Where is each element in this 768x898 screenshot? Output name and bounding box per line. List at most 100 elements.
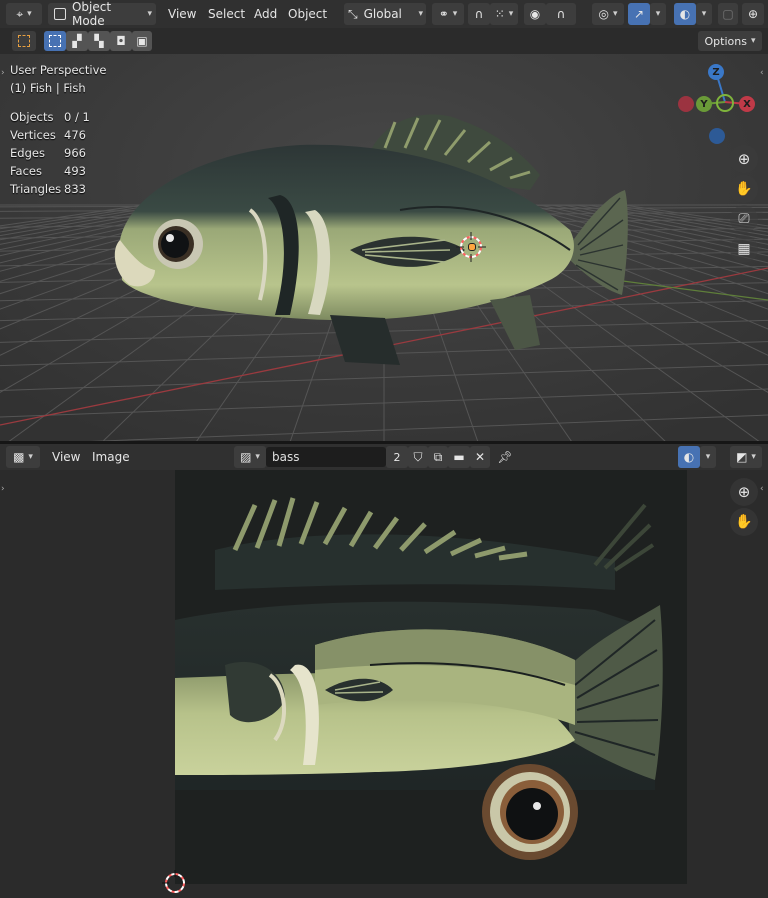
- link-icon: ⚭: [438, 7, 449, 21]
- select-mode-intersect[interactable]: ▣: [132, 31, 152, 51]
- sidebar-expand-arrow-icon[interactable]: ‹: [760, 484, 764, 494]
- select-subtract-icon: ▚: [94, 34, 104, 48]
- 2d-cursor-icon[interactable]: [162, 870, 188, 896]
- hand-pan-icon: ✋: [735, 181, 753, 197]
- object-mode-dropdown[interactable]: Object Mode ▾: [48, 0, 156, 28]
- grid-perspective-icon: ▦: [737, 241, 751, 257]
- camera-view-button[interactable]: ⎚: [730, 205, 758, 233]
- chevron-down-icon: ▾: [655, 9, 661, 19]
- perspective-toggle-button[interactable]: ▦: [730, 235, 758, 263]
- gizmo-x-axis[interactable]: X: [739, 96, 755, 112]
- zoom-button[interactable]: ⊕: [730, 478, 758, 506]
- magnet-icon: ∩: [474, 7, 484, 21]
- menu-view[interactable]: View: [168, 0, 196, 28]
- chevron-down-icon: ▾: [705, 452, 711, 462]
- texture-image[interactable]: [175, 470, 687, 884]
- menu-add[interactable]: Add: [254, 0, 277, 28]
- snap-toggle-button[interactable]: ∩: [468, 3, 490, 25]
- editor-type-button[interactable]: ⌖ ▾: [6, 3, 42, 25]
- folder-icon: ▬: [453, 450, 465, 464]
- toolbar-expand-arrow-icon[interactable]: ›: [1, 484, 5, 494]
- pin-icon: 📌︎: [497, 450, 513, 464]
- viewport-header: ⌖ ▾ Object Mode ▾ View Select Add Object …: [0, 0, 768, 28]
- gizmo-z-axis[interactable]: Z: [708, 64, 724, 80]
- object-origin: [468, 243, 476, 251]
- open-image-button[interactable]: ▬: [448, 446, 470, 468]
- stat-label-objects: Objects: [10, 110, 54, 124]
- stat-label-vertices: Vertices: [10, 128, 56, 142]
- snap-target-button[interactable]: ⁙ ▾: [490, 3, 518, 25]
- image-users-count[interactable]: 2: [386, 446, 408, 468]
- editor-type-button[interactable]: ▩ ▾: [6, 446, 40, 468]
- pin-button[interactable]: 📌︎: [494, 446, 516, 468]
- pivot-point-button[interactable]: ⚭ ▾: [432, 3, 464, 25]
- fish-model[interactable]: [100, 100, 640, 370]
- select-mode-set[interactable]: [44, 31, 66, 51]
- select-tool-button[interactable]: [12, 31, 36, 51]
- gizmo-options-button[interactable]: ▾: [650, 3, 666, 25]
- stat-value-faces: 493: [64, 164, 86, 178]
- hand-pan-icon: ✋: [735, 514, 753, 530]
- proportional-edit-button[interactable]: ◉: [524, 3, 546, 25]
- select-set-icon: [49, 35, 61, 47]
- display-channels-button[interactable]: ◩ ▾: [730, 446, 762, 468]
- new-image-button[interactable]: ⧉: [428, 446, 448, 468]
- image-editor[interactable]: ▩ ▾ View Image ▨ ▾ bass 2 ⛉ ⧉ ▬ ✕ 📌︎ ◐ ▾ ◩…: [0, 444, 768, 898]
- channels-icon: ◩: [736, 450, 748, 464]
- orientation-icon: ⤡: [348, 6, 358, 21]
- eye-icon: ◎: [598, 7, 609, 21]
- select-mode-subtract[interactable]: ▚: [88, 31, 110, 51]
- menu-image[interactable]: Image: [92, 444, 130, 470]
- zoom-icon: ⊕: [737, 150, 751, 168]
- overlay-toggle-button[interactable]: ◐: [678, 446, 700, 468]
- xray-button[interactable]: ▢: [718, 3, 738, 25]
- select-extend-icon: ▞: [72, 34, 82, 48]
- sidebar-expand-arrow-icon[interactable]: ‹: [760, 68, 764, 78]
- menu-view[interactable]: View: [52, 444, 80, 470]
- stat-label-edges: Edges: [10, 146, 45, 160]
- chevron-down-icon: ▾: [452, 9, 458, 19]
- menu-object[interactable]: Object: [288, 0, 327, 28]
- select-mode-difference[interactable]: ◘: [110, 31, 132, 51]
- gizmo-toggle-button[interactable]: ↗: [628, 3, 650, 25]
- options-dropdown[interactable]: Options ▾: [698, 31, 762, 51]
- chevron-down-icon: ▾: [147, 9, 152, 19]
- falloff-button[interactable]: ∩: [546, 3, 576, 25]
- overlay-options-button[interactable]: ▾: [700, 446, 716, 468]
- transform-orientation-dropdown[interactable]: ⤡ Global ▾: [344, 3, 426, 25]
- shading-wireframe-button[interactable]: ⊕: [742, 3, 764, 25]
- zoom-button[interactable]: ⊕: [730, 145, 758, 173]
- toolbar-expand-arrow-icon[interactable]: ›: [1, 68, 5, 78]
- chevron-down-icon: ▾: [418, 9, 423, 19]
- overlay-options-button[interactable]: ▾: [696, 3, 712, 25]
- pan-button[interactable]: ✋: [730, 175, 758, 203]
- xray-icon: ▢: [722, 7, 734, 21]
- chevron-down-icon: ▾: [28, 452, 33, 462]
- fake-user-button[interactable]: ⛉: [408, 446, 428, 468]
- menu-select[interactable]: Select: [208, 0, 245, 28]
- visibility-button[interactable]: ◎ ▾: [592, 3, 624, 25]
- chevron-down-icon: ▾: [255, 452, 260, 462]
- gizmo-y-axis[interactable]: Y: [696, 96, 712, 112]
- close-icon: ✕: [474, 450, 486, 464]
- select-mode-extend[interactable]: ▞: [66, 31, 88, 51]
- chevron-down-icon: ▾: [612, 9, 618, 19]
- proportional-icon: ◉: [529, 7, 541, 21]
- stat-value-vertices: 476: [64, 128, 86, 142]
- pan-button[interactable]: ✋: [730, 508, 758, 536]
- overlay-icon: ◐: [679, 7, 691, 21]
- viewport-3d[interactable]: ⌖ ▾ Object Mode ▾ View Select Add Object …: [0, 0, 768, 441]
- unlink-image-button[interactable]: ✕: [470, 446, 490, 468]
- chevron-down-icon: ▾: [27, 9, 32, 19]
- shield-icon: ⛉: [413, 449, 423, 464]
- stat-label-faces: Faces: [10, 164, 42, 178]
- overlay-toggle-button[interactable]: ◐: [674, 3, 696, 25]
- image-name-field[interactable]: bass: [266, 447, 386, 467]
- wireframe-sphere-icon: ⊕: [747, 7, 759, 21]
- falloff-curve-icon: ∩: [556, 7, 566, 21]
- stat-value-objects: 0 / 1: [64, 110, 90, 124]
- stat-label-triangles: Triangles: [10, 182, 62, 196]
- browse-image-button[interactable]: ▨ ▾: [234, 446, 266, 468]
- camera-icon: ⎚: [738, 211, 750, 227]
- select-difference-icon: ◘: [116, 34, 126, 48]
